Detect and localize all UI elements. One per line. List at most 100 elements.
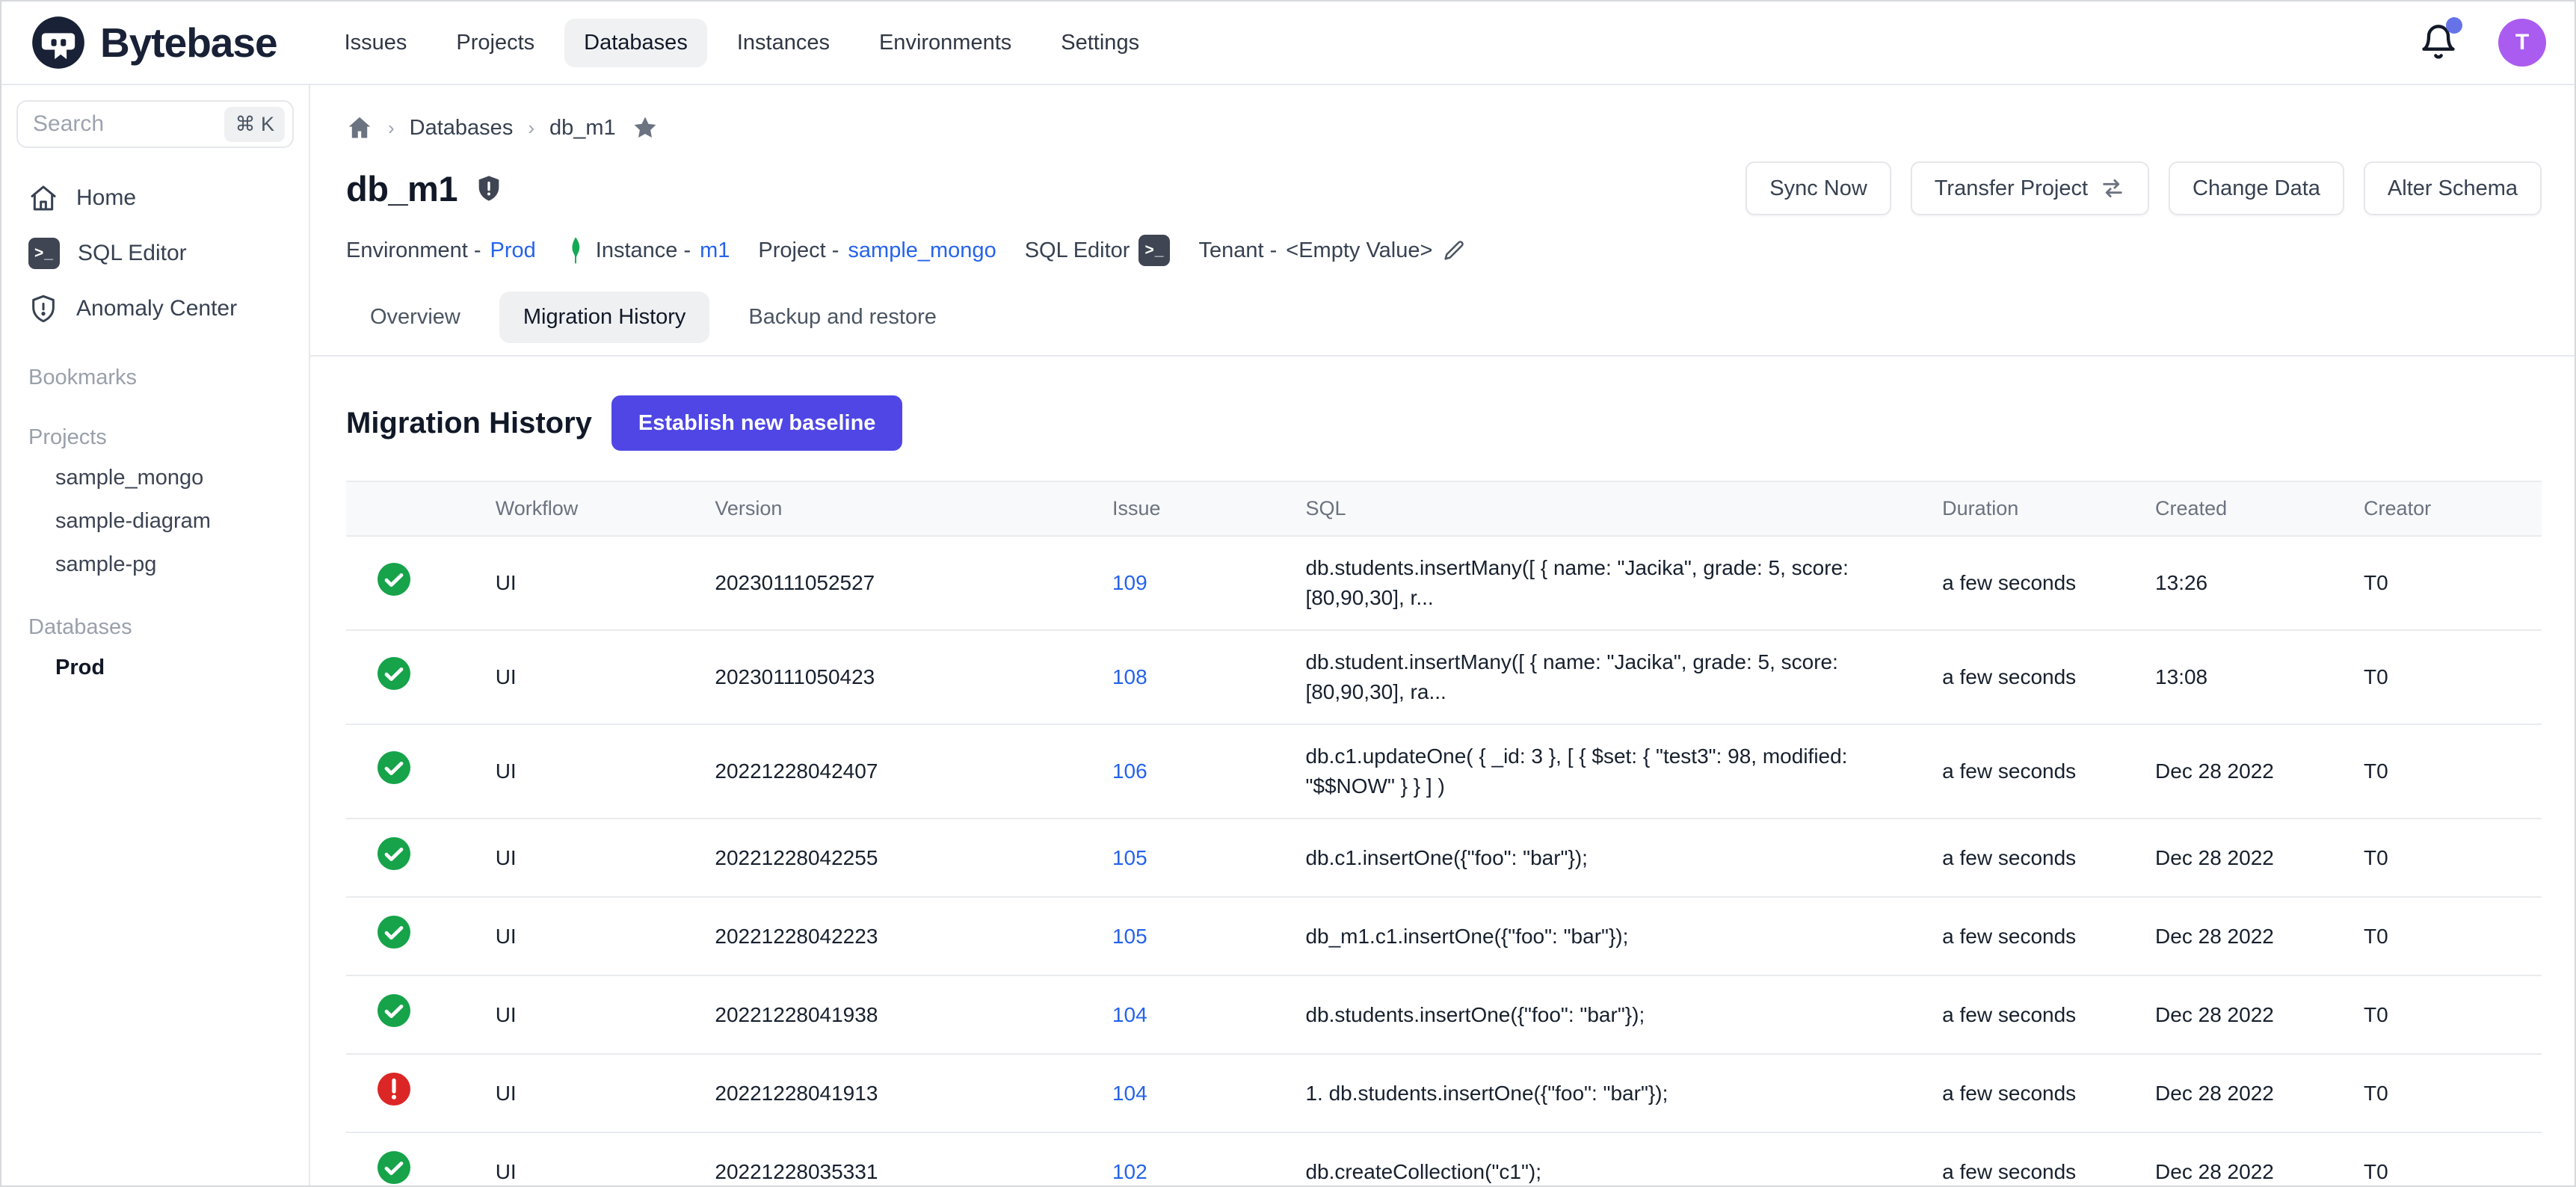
- project-link[interactable]: sample_mongo: [848, 238, 996, 263]
- success-check-icon: [376, 561, 412, 597]
- table-row[interactable]: UI 20221228035331 102 db.createCollectio…: [346, 1132, 2542, 1187]
- issue-link[interactable]: 105: [1112, 925, 1147, 948]
- col-issue: Issue: [1112, 481, 1305, 536]
- created-cell: Dec 28 2022: [2155, 1054, 2364, 1132]
- col-duration: Duration: [1942, 481, 2155, 536]
- sidebar-item-home[interactable]: Home: [16, 170, 294, 226]
- terminal-icon: >_: [1138, 235, 1170, 266]
- duration-cell: a few seconds: [1942, 1054, 2155, 1132]
- establish-baseline-button[interactable]: Establish new baseline: [611, 395, 903, 451]
- sidebar-item-sql-editor[interactable]: >_ SQL Editor: [16, 226, 294, 281]
- workflow-cell: UI: [496, 897, 715, 975]
- version-cell: 20221228035331: [715, 1132, 1112, 1187]
- workflow-cell: UI: [496, 1132, 715, 1187]
- sql-editor-shortcut[interactable]: SQL Editor >_: [1025, 235, 1171, 266]
- sidebar-section-databases: Databases: [16, 608, 294, 646]
- sidebar-project-sample-pg[interactable]: sample-pg: [16, 543, 294, 586]
- issue-link[interactable]: 109: [1112, 571, 1147, 594]
- workflow-cell: UI: [496, 630, 715, 724]
- issue-link[interactable]: 104: [1112, 1003, 1147, 1026]
- duration-cell: a few seconds: [1942, 1132, 2155, 1187]
- shield-status-icon: [474, 173, 504, 203]
- sidebar-section-bookmarks: Bookmarks: [16, 359, 294, 396]
- table-header-row: Workflow Version Issue SQL Duration Crea…: [346, 481, 2542, 536]
- col-creator: Creator: [2364, 481, 2542, 536]
- table-row[interactable]: UI 20221228042255 105 db.c1.insertOne({"…: [346, 818, 2542, 897]
- terminal-icon: >_: [28, 238, 60, 269]
- notification-bell-button[interactable]: [2418, 22, 2459, 64]
- home-icon: [28, 183, 58, 213]
- tab-overview[interactable]: Overview: [346, 292, 484, 343]
- bytebase-logo[interactable]: Bytebase: [30, 14, 277, 71]
- environment-link[interactable]: Prod: [490, 238, 536, 263]
- search-input[interactable]: Search ⌘ K: [16, 100, 294, 148]
- alter-schema-button[interactable]: Alter Schema: [2364, 161, 2542, 215]
- nav-item-issues[interactable]: Issues: [325, 19, 427, 67]
- sidebar-item-label: Home: [76, 185, 136, 211]
- issue-link[interactable]: 105: [1112, 846, 1147, 869]
- transfer-project-button[interactable]: Transfer Project: [1911, 161, 2149, 215]
- table-row[interactable]: UI 20221228042407 106 db.c1.updateOne( {…: [346, 724, 2542, 818]
- nav-item-instances[interactable]: Instances: [718, 19, 849, 67]
- version-cell: 20221228042223: [715, 897, 1112, 975]
- version-cell: 20221228042255: [715, 818, 1112, 897]
- main-content: › Databases › db_m1 db_m1: [310, 85, 2575, 1186]
- issue-link[interactable]: 106: [1112, 759, 1147, 783]
- tab-backup-and-restore[interactable]: Backup and restore: [724, 292, 960, 343]
- breadcrumb: › Databases › db_m1: [310, 114, 2575, 142]
- sidebar-section-projects: Projects: [16, 419, 294, 456]
- nav-item-projects[interactable]: Projects: [437, 19, 554, 67]
- sql-cell: 1. db.students.insertOne({"foo": "bar"})…: [1305, 1054, 1942, 1132]
- tenant-label: Tenant -: [1198, 238, 1277, 263]
- tabs-divider: [310, 355, 2575, 357]
- created-cell: Dec 28 2022: [2155, 897, 2364, 975]
- sql-cell: db.students.insertMany([ { name: "Jacika…: [1305, 536, 1942, 630]
- sidebar-project-sample-diagram[interactable]: sample-diagram: [16, 499, 294, 543]
- sidebar-item-anomaly-center[interactable]: Anomaly Center: [16, 281, 294, 336]
- tab-migration-history[interactable]: Migration History: [499, 292, 710, 343]
- breadcrumb-home-icon[interactable]: [346, 114, 373, 141]
- creator-cell: T0: [2364, 630, 2542, 724]
- nav-item-databases[interactable]: Databases: [564, 19, 707, 67]
- edit-pencil-icon[interactable]: [1441, 238, 1467, 263]
- workflow-cell: UI: [496, 818, 715, 897]
- duration-cell: a few seconds: [1942, 536, 2155, 630]
- search-shortcut-badge: ⌘ K: [224, 107, 285, 142]
- app-window: Bytebase Issues Projects Databases Insta…: [0, 0, 2576, 1187]
- table-row[interactable]: UI 20221228042223 105 db_m1.c1.insertOne…: [346, 897, 2542, 975]
- sidebar-item-label: SQL Editor: [78, 241, 187, 266]
- chevron-right-icon: ›: [528, 117, 534, 140]
- table-row[interactable]: UI 20221228041938 104 db.students.insert…: [346, 975, 2542, 1054]
- table-row[interactable]: UI 20230111052527 109 db.students.insert…: [346, 536, 2542, 630]
- sql-cell: db.c1.updateOne( { _id: 3 }, [ { $set: {…: [1305, 724, 1942, 818]
- chevron-right-icon: ›: [388, 117, 395, 140]
- creator-cell: T0: [2364, 724, 2542, 818]
- mongodb-leaf-icon: [564, 236, 587, 265]
- sidebar: Search ⌘ K Home >_ SQL Editor: [1, 85, 310, 1186]
- nav-item-settings[interactable]: Settings: [1041, 19, 1159, 67]
- issue-link[interactable]: 108: [1112, 665, 1147, 688]
- duration-cell: a few seconds: [1942, 897, 2155, 975]
- table-row[interactable]: UI 20221228041913 104 1. db.students.ins…: [346, 1054, 2542, 1132]
- creator-cell: T0: [2364, 818, 2542, 897]
- bytebase-logo-icon: [30, 14, 87, 71]
- sidebar-database-prod[interactable]: Prod: [16, 646, 294, 689]
- instance-link[interactable]: m1: [700, 238, 730, 263]
- issue-link[interactable]: 104: [1112, 1082, 1147, 1105]
- workflow-cell: UI: [496, 724, 715, 818]
- issue-link[interactable]: 102: [1112, 1160, 1147, 1183]
- sql-cell: db_m1.c1.insertOne({"foo": "bar"});: [1305, 897, 1942, 975]
- breadcrumb-databases[interactable]: Databases: [410, 116, 514, 141]
- bookmark-star-icon[interactable]: [631, 114, 659, 142]
- user-avatar[interactable]: T: [2498, 19, 2546, 67]
- instance-label: Instance -: [596, 238, 691, 263]
- nav-item-environments[interactable]: Environments: [860, 19, 1031, 67]
- sidebar-project-sample-mongo[interactable]: sample_mongo: [16, 456, 294, 499]
- change-data-button[interactable]: Change Data: [2169, 161, 2344, 215]
- version-cell: 20230111050423: [715, 630, 1112, 724]
- version-cell: 20221228041938: [715, 975, 1112, 1054]
- created-cell: 13:26: [2155, 536, 2364, 630]
- table-row[interactable]: UI 20230111050423 108 db.student.insertM…: [346, 630, 2542, 724]
- sync-now-button[interactable]: Sync Now: [1745, 161, 1891, 215]
- topbar-right: T: [2418, 19, 2546, 67]
